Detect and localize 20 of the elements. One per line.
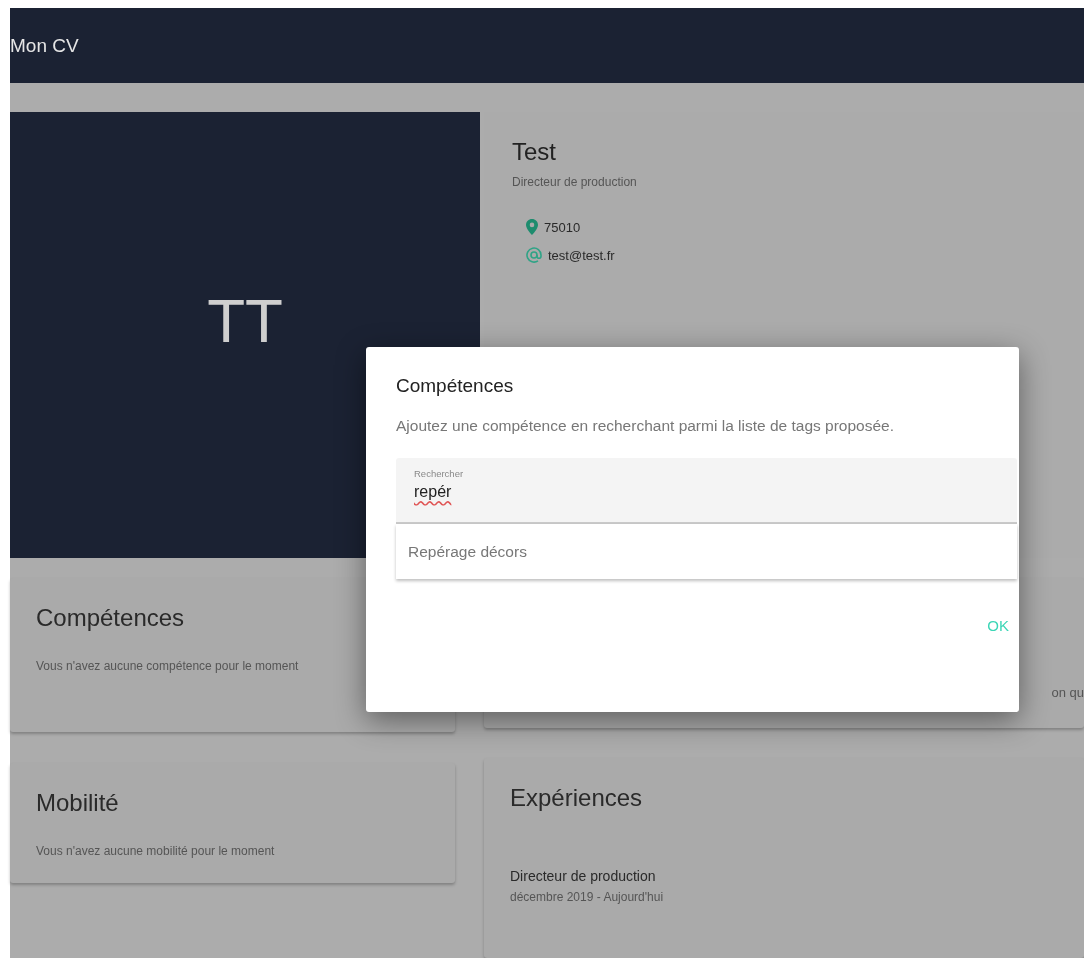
- empty-message: Vous n'avez aucune mobilité pour le moment: [36, 843, 276, 860]
- location-pin-icon: [526, 219, 538, 235]
- experience-title: Directeur de production: [510, 868, 657, 884]
- empty-message: Vous n'avez aucune compétence pour le moment: [36, 658, 300, 675]
- experience-period: décembre 2019 - Aujourd'hui: [510, 890, 665, 904]
- profile-name: Test: [512, 138, 557, 166]
- job-title: Directeur de production: [512, 175, 638, 189]
- location-text: 75010: [544, 219, 581, 235]
- dialog-title: Compétences: [396, 375, 515, 397]
- dialog-description: Ajoutez une compétence en recherchant parmi la liste de tags proposée.: [396, 416, 896, 436]
- search-field[interactable]: Rechercher repér: [396, 458, 1017, 524]
- at-sign-icon: [526, 247, 542, 263]
- email-text: test@test.fr: [548, 247, 615, 263]
- about-text: on qu: [1051, 685, 1084, 700]
- card-title: Compétences: [36, 604, 186, 632]
- card-title: Expériences: [510, 784, 644, 812]
- avatar-initials: TT: [207, 284, 283, 356]
- card-title: Mobilité: [36, 789, 120, 817]
- suggestion-item[interactable]: Repérage décors: [396, 524, 1017, 579]
- app-title: Mon CV: [10, 34, 79, 57]
